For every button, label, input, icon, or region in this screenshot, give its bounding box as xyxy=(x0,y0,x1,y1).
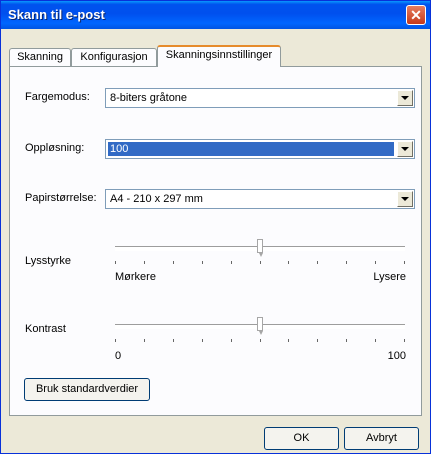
paper-size-select[interactable]: A4 - 210 x 297 mm xyxy=(105,189,415,209)
button-label: Bruk standardverdier xyxy=(35,383,139,395)
slider-tick xyxy=(404,339,405,342)
chevron-down-icon[interactable] xyxy=(397,191,413,207)
slider-thumb[interactable] xyxy=(257,239,263,257)
color-mode-select[interactable]: 8-biters gråtone xyxy=(105,88,415,108)
brightness-max-label: Lysere xyxy=(373,271,406,283)
brightness-label: Lysstyrke xyxy=(25,255,72,267)
slider-tick xyxy=(231,261,232,264)
cancel-button[interactable]: Avbryt xyxy=(344,427,419,450)
slider-tick xyxy=(375,339,376,342)
resolution-label: Oppløsning: xyxy=(25,142,85,154)
slider-tick xyxy=(404,261,405,264)
close-button[interactable]: ✕ xyxy=(406,5,426,25)
tab-label: Skanning xyxy=(17,51,63,63)
tab-konfigurasjon[interactable]: Konfigurasjon xyxy=(71,48,157,66)
window-title: Skann til e-post xyxy=(8,7,105,22)
button-label: Avbryt xyxy=(366,432,397,444)
slider-thumb[interactable] xyxy=(257,317,263,335)
tab-skanning[interactable]: Skanning xyxy=(9,48,71,66)
chevron-down-icon[interactable] xyxy=(397,141,413,157)
tab-label: Skanningsinnstillinger xyxy=(165,49,273,61)
contrast-max-label: 100 xyxy=(387,350,406,362)
chevron-down-icon[interactable] xyxy=(397,90,413,106)
slider-tick xyxy=(231,339,232,342)
slider-tick xyxy=(317,261,318,264)
resolution-select[interactable]: 100 xyxy=(105,139,415,159)
slider-tick xyxy=(346,339,347,342)
ok-button[interactable]: OK xyxy=(264,427,339,450)
dialog-window: Skann til e-post ✕ Skanning Konfigurasjo… xyxy=(0,0,431,454)
slider-tick xyxy=(346,261,347,264)
close-icon: ✕ xyxy=(410,7,422,23)
slider-tick xyxy=(317,339,318,342)
slider-tick xyxy=(173,261,174,264)
title-bar[interactable]: Skann til e-post ✕ xyxy=(1,1,430,29)
slider-tick xyxy=(173,339,174,342)
contrast-min-label: 0 xyxy=(115,350,122,362)
tab-skanningsinnstillinger[interactable]: Skanningsinnstillinger xyxy=(157,45,281,67)
paper-size-value: A4 - 210 x 297 mm xyxy=(110,193,203,205)
resolution-value: 100 xyxy=(108,142,394,156)
tab-label: Konfigurasjon xyxy=(80,51,148,63)
use-defaults-button[interactable]: Bruk standardverdier xyxy=(24,378,150,401)
slider-tick xyxy=(260,339,261,342)
slider-tick xyxy=(115,261,116,264)
color-mode-label: Fargemodus: xyxy=(25,91,90,103)
slider-tick xyxy=(144,261,145,264)
paper-size-label: Papirstørrelse: xyxy=(25,192,97,204)
brightness-slider[interactable] xyxy=(115,237,405,264)
slider-tick xyxy=(115,339,116,342)
slider-tick xyxy=(288,261,289,264)
settings-panel: Fargemodus: 8-biters gråtone Oppløsning:… xyxy=(9,66,422,416)
slider-tick xyxy=(375,261,376,264)
contrast-label: Kontrast xyxy=(25,323,66,335)
contrast-slider[interactable] xyxy=(115,315,405,342)
color-mode-value: 8-biters gråtone xyxy=(110,92,188,104)
slider-tick xyxy=(144,339,145,342)
slider-tick xyxy=(202,261,203,264)
button-label: OK xyxy=(293,432,310,444)
slider-tick xyxy=(260,261,261,264)
slider-tick xyxy=(288,339,289,342)
slider-tick xyxy=(202,339,203,342)
brightness-min-label: Mørkere xyxy=(115,271,156,283)
